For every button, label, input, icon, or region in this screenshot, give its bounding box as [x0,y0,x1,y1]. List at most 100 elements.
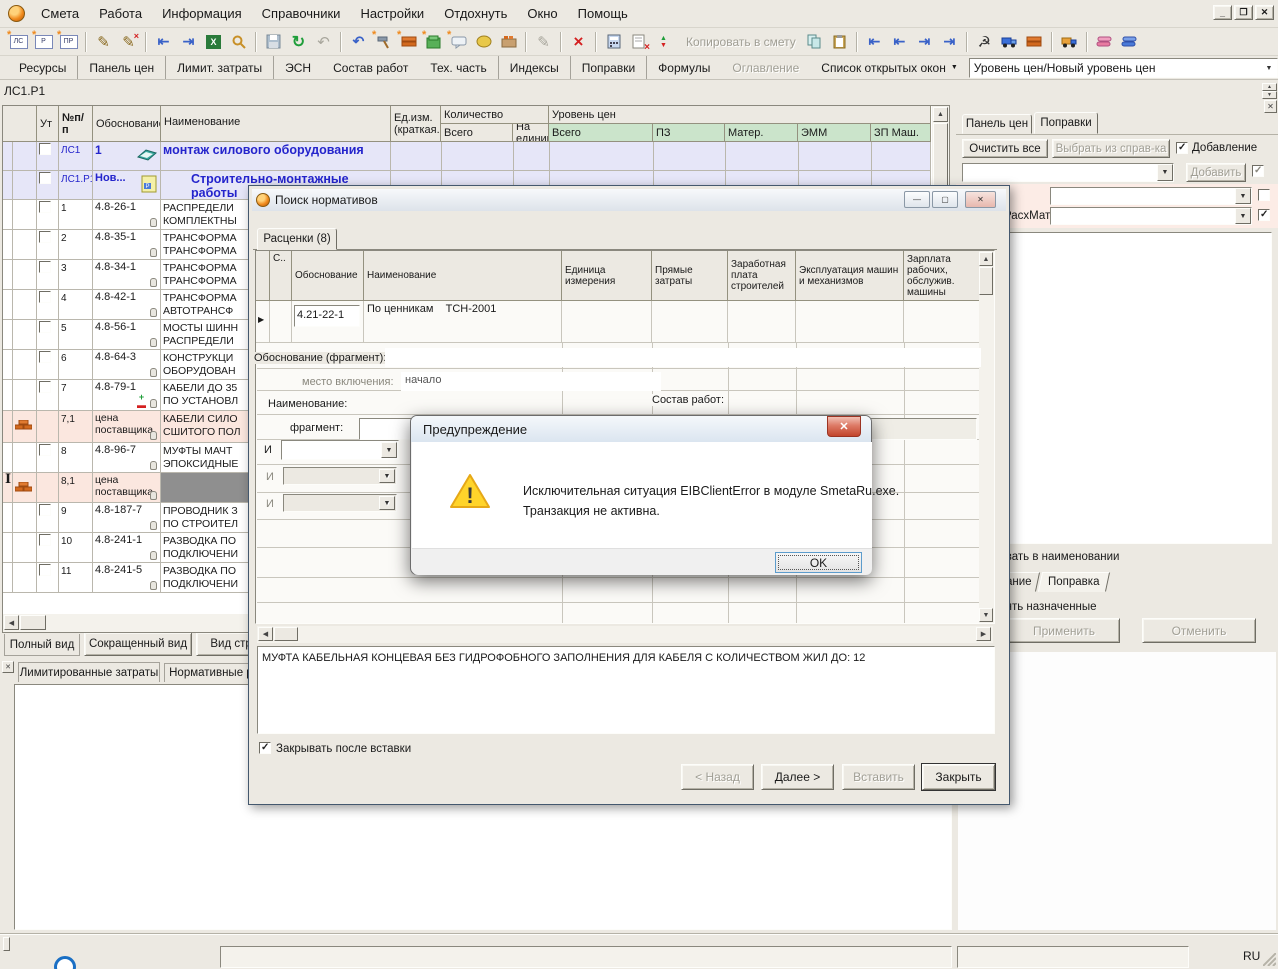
approve-checkbox[interactable] [39,444,51,456]
col-justification[interactable]: Обоснование [292,251,364,301]
bottom-tab-limited-costs[interactable]: Лимитированные затраты [18,662,160,682]
dialog-horizontal-scrollbar[interactable]: ◀ ▶ [257,626,993,643]
dialog-vertical-scrollbar[interactable]: ▲ ▼ [979,251,994,623]
add-machine-icon[interactable]: * [421,30,446,53]
adding-checkbox[interactable] [1176,142,1188,154]
table-row-ls1[interactable]: ЛС1 1 монтаж силового оборудования [3,142,931,171]
view-tab-short[interactable]: Сокращенный вид [84,632,192,656]
correction-row2-combobox[interactable]: ▼ [1050,207,1252,225]
window-restore-button[interactable]: ❐ [1234,5,1253,20]
delete-row-icon[interactable]: × [566,30,591,53]
and-combobox-2[interactable]: ▼ [283,467,397,485]
header-just[interactable]: Обоснование [93,106,161,142]
window-minimize-button[interactable]: _ [1213,5,1232,20]
calculator-icon[interactable] [601,30,626,53]
tab-teh-chast[interactable]: Тех. часть [419,56,498,79]
spin-up-button[interactable]: ▲ [1262,83,1277,91]
books-blue-icon[interactable] [1117,30,1142,53]
scroll-down-button[interactable]: ▼ [979,608,993,622]
window-close-button[interactable]: ✕ [1255,5,1274,20]
paste-icon[interactable] [827,30,852,53]
scroll-thumb[interactable] [20,615,46,630]
approve-checkbox[interactable] [39,172,51,184]
outdent-first-icon[interactable]: ⇤ [862,30,887,53]
apply-button[interactable]: Применить [1008,618,1120,643]
header-level[interactable]: Уровень цен [549,106,931,124]
approve-checkbox[interactable] [39,291,51,303]
header-lv-emm[interactable]: ЭММ [798,124,871,142]
col-direct-costs[interactable]: Прямые затраты [652,251,728,301]
approve-checkbox[interactable] [39,321,51,333]
include-place-field[interactable]: начало [401,372,661,391]
outdent-icon[interactable]: ⇤ [887,30,912,53]
approve-checkbox[interactable] [39,564,51,576]
coin-icon[interactable] [471,30,496,53]
new-ls-button[interactable]: *ЛС [6,30,31,53]
approve-checkbox[interactable] [39,381,51,393]
dialog-minimize-button[interactable]: — [904,191,930,208]
header-lv-zpm[interactable]: ЗП Маш. [871,124,931,142]
and-combobox-3[interactable]: ▼ [283,494,397,512]
header-ut[interactable]: Ут [37,106,59,142]
correction-row1-checkbox[interactable] [1258,189,1270,201]
save-icon[interactable] [261,30,286,53]
insert-button[interactable]: Вставить [842,764,915,790]
header-qty-total[interactable]: Всего [441,124,513,142]
approve-checkbox[interactable] [39,504,51,516]
close-button[interactable]: Закрыть [922,764,995,790]
col-c[interactable]: С.. [270,251,292,301]
open-windows-dropdown[interactable]: Список открытых окон▼ [810,56,968,79]
dialog-maximize-button[interactable]: ▢ [932,191,958,208]
menu-smeta[interactable]: Смета [31,1,89,26]
menu-nastroiki[interactable]: Настройки [350,1,434,26]
new-r-button[interactable]: *Р [31,30,56,53]
back-button[interactable]: < Назад [681,764,754,790]
warning-title-bar[interactable]: Предупреждение [411,416,871,442]
approve-checkbox[interactable] [39,351,51,363]
correction-row2-checkbox[interactable] [1258,209,1270,221]
result-description-box[interactable]: МУФТА КАБЕЛЬНАЯ КОНЦЕВАЯ БЕЗ ГИДРОФОБНОГ… [257,646,995,734]
approve-checkbox[interactable] [39,231,51,243]
justification-cell[interactable]: 4.21-22-1 [292,301,364,343]
bottom-pane-close-button[interactable]: ✕ [2,661,14,673]
right-tab-corrections[interactable]: Поправки [1034,112,1098,134]
correction-tab[interactable]: Поправка [1038,572,1110,592]
delivery-catalog-icon[interactable] [1057,30,1082,53]
approve-checkbox[interactable] [39,534,51,546]
scroll-right-button[interactable]: ▶ [976,627,991,641]
menu-otdohnut[interactable]: Отдохнуть [434,1,517,26]
search-icon[interactable] [226,30,251,53]
approve-checkbox[interactable] [39,201,51,213]
and-combobox-1[interactable]: ▼ [281,440,399,460]
header-lv-pz[interactable]: ПЗ [653,124,725,142]
add-doc-icon[interactable]: × [626,30,651,53]
view-tab-full[interactable]: Полный вид [4,634,80,656]
approve-checkbox[interactable] [39,261,51,273]
price-level-combobox[interactable]: Уровень цен/Новый уровень цен▼ [969,58,1278,78]
edit-note-icon[interactable]: ✎ [531,30,556,53]
header-lv-total[interactable]: Всего [549,124,653,142]
refresh-icon[interactable]: ↻ [286,30,311,53]
tree-level-icon[interactable]: ⇤ [151,30,176,53]
sort-updown-icon[interactable]: ▲▼ [651,30,676,53]
indent-last-icon[interactable]: ⇥ [937,30,962,53]
dialog-title-bar[interactable]: Поиск нормативов [252,189,1006,211]
tree-insert-icon[interactable]: ⇥ [176,30,201,53]
language-indicator[interactable]: RU [1243,949,1260,963]
dialog-close-button[interactable]: ✕ [965,191,996,208]
machines-catalog-icon[interactable] [997,30,1022,53]
excel-export-icon[interactable]: X [201,30,226,53]
rates-tab[interactable]: Расценки (8) [257,228,337,250]
add-comment-icon[interactable]: * [446,30,471,53]
tab-formuly[interactable]: Формулы [647,56,721,79]
scroll-thumb[interactable] [979,267,993,295]
scroll-up-button[interactable]: ▲ [979,252,993,266]
tab-sostav-rabot[interactable]: Состав работ [322,56,419,79]
menu-okno[interactable]: Окно [517,1,567,26]
header-unit[interactable]: Ед.изм. (краткая. [391,106,441,142]
col-name[interactable]: Наименование [364,251,562,301]
header-lv-mat[interactable]: Матер. [725,124,798,142]
tab-indeksy[interactable]: Индексы [499,56,571,79]
edit-table-icon[interactable]: ✎ [91,30,116,53]
indent-icon[interactable]: ⇥ [912,30,937,53]
